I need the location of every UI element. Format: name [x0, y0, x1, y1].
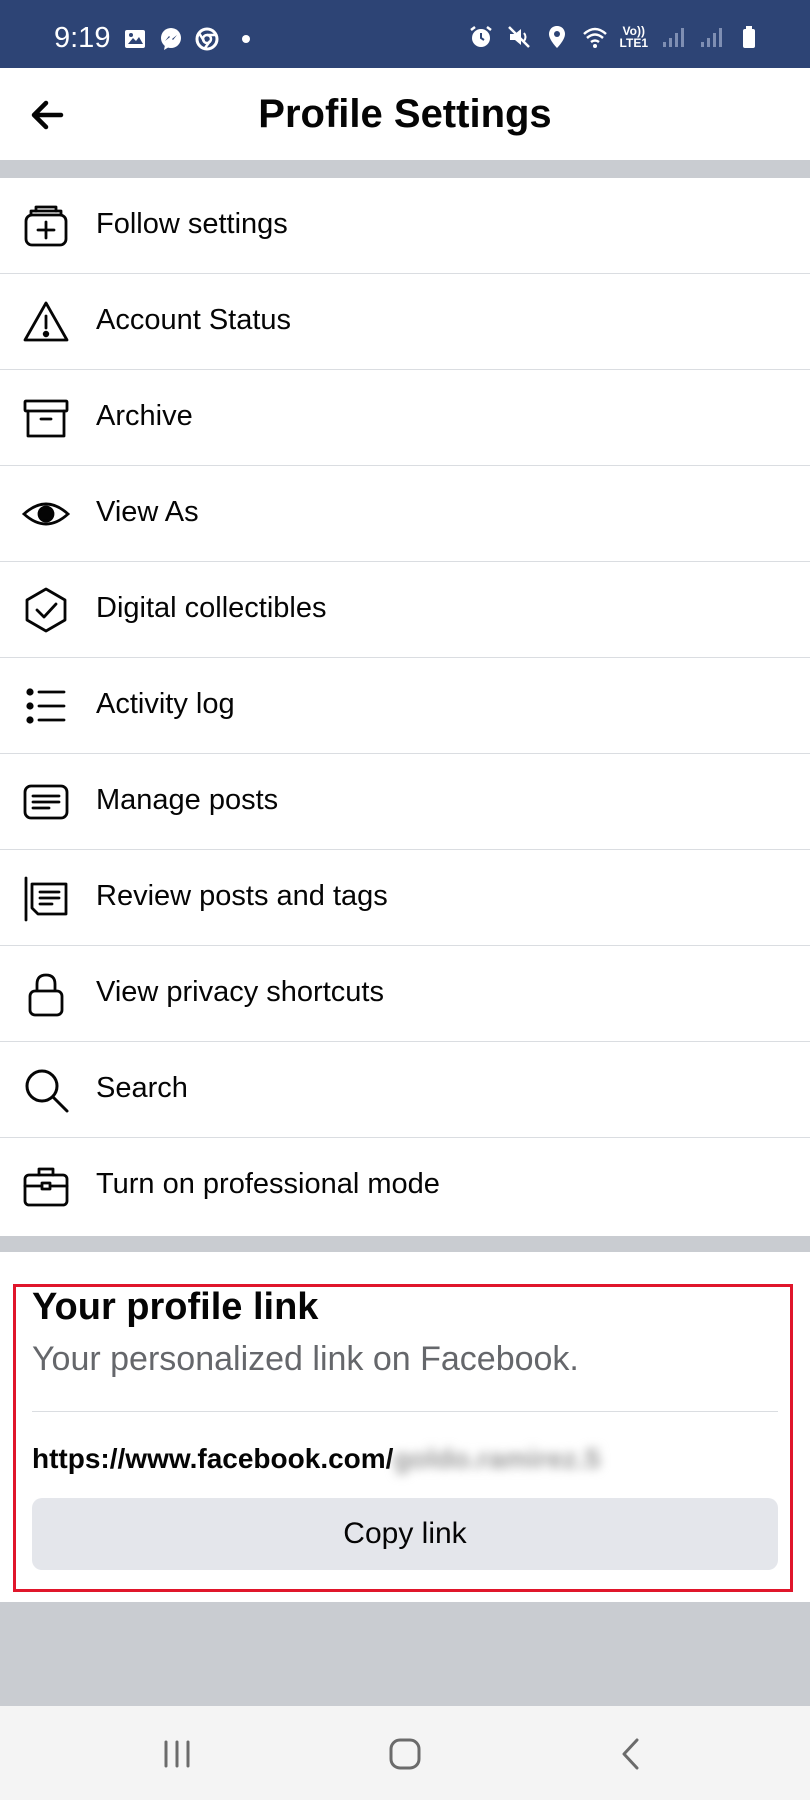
menu-item-digital-collectibles[interactable]: Digital collectibles — [0, 562, 810, 658]
menu-item-label: Follow settings — [96, 208, 288, 240]
home-icon — [389, 1738, 421, 1770]
nav-back-button[interactable] — [608, 1730, 656, 1778]
review-tags-icon — [22, 874, 70, 922]
menu-item-label: Account Status — [96, 304, 292, 336]
menu-item-label: Archive — [96, 400, 193, 432]
profile-url-blurred: goldo.ramirez.5 — [393, 1443, 601, 1474]
section-divider — [0, 1236, 810, 1252]
menu-item-search[interactable]: Search — [0, 1042, 810, 1138]
menu-item-professional-mode[interactable]: Turn on professional mode — [0, 1138, 810, 1234]
status-bar: 9:19 Vo)) LTE1 — [0, 0, 810, 68]
menu-item-label: Digital collectibles — [96, 592, 327, 624]
briefcase-icon — [22, 1162, 70, 1210]
recent-apps-button[interactable] — [153, 1730, 201, 1778]
empty-area — [0, 1602, 810, 1706]
menu-item-follow-settings[interactable]: Follow settings — [0, 178, 810, 274]
settings-menu: Follow settings Account Status Archive V… — [0, 178, 810, 1234]
menu-item-view-privacy-shortcuts[interactable]: View privacy shortcuts — [0, 946, 810, 1042]
volte-label-bottom: LTE1 — [619, 36, 648, 50]
archive-icon — [22, 394, 70, 442]
profile-url: https://www.facebook.com/goldo.ramirez.5 — [32, 1443, 600, 1475]
profile-link-subtitle: Your personalized link on Facebook. — [32, 1340, 579, 1378]
menu-item-label: Review posts and tags — [96, 880, 388, 912]
shield-check-icon — [22, 586, 70, 634]
page-title: Profile Settings — [258, 92, 552, 136]
gallery-icon — [125, 30, 145, 48]
mute-icon — [507, 26, 530, 48]
dot-icon — [242, 35, 250, 43]
menu-item-archive[interactable]: Archive — [0, 370, 810, 466]
signal-icon — [663, 28, 684, 47]
section-divider — [0, 160, 810, 178]
wifi-icon — [582, 27, 607, 48]
messenger-icon — [161, 28, 181, 50]
menu-item-review-posts-and-tags[interactable]: Review posts and tags — [0, 850, 810, 946]
follow-settings-icon — [22, 202, 70, 250]
divider — [32, 1411, 778, 1412]
profile-url-prefix: https://www.facebook.com/ — [32, 1443, 394, 1474]
posts-icon — [22, 778, 70, 826]
menu-item-label: Manage posts — [96, 784, 279, 816]
signal-icon — [701, 28, 722, 47]
navigation-bar — [0, 1706, 810, 1800]
menu-item-label: View privacy shortcuts — [96, 976, 384, 1008]
lock-icon — [22, 970, 70, 1018]
app-header: Profile Settings — [0, 68, 810, 160]
copy-link-button[interactable]: Copy link — [32, 1498, 778, 1570]
location-icon — [548, 26, 565, 48]
chrome-icon — [195, 27, 219, 51]
menu-item-activity-log[interactable]: Activity log — [0, 658, 810, 754]
menu-item-label: Search — [96, 1072, 188, 1104]
menu-item-account-status[interactable]: Account Status — [0, 274, 810, 370]
menu-item-view-as[interactable]: View As — [0, 466, 810, 562]
volte-icon: Vo)) LTE1 — [620, 25, 648, 49]
status-time: 9:19 — [54, 22, 111, 54]
alarm-icon — [469, 26, 492, 47]
battery-icon — [743, 26, 755, 48]
list-icon — [22, 682, 70, 730]
search-icon — [22, 1066, 70, 1114]
menu-item-label: Activity log — [96, 688, 235, 720]
eye-icon — [22, 490, 70, 538]
warning-icon — [22, 298, 70, 346]
back-icon — [622, 1738, 639, 1770]
recent-apps-icon — [164, 1740, 190, 1768]
menu-item-manage-posts[interactable]: Manage posts — [0, 754, 810, 850]
menu-item-label: Turn on professional mode — [96, 1168, 440, 1200]
home-button[interactable] — [381, 1730, 429, 1778]
profile-link-title: Your profile link — [32, 1286, 319, 1328]
menu-item-label: View As — [96, 496, 199, 528]
